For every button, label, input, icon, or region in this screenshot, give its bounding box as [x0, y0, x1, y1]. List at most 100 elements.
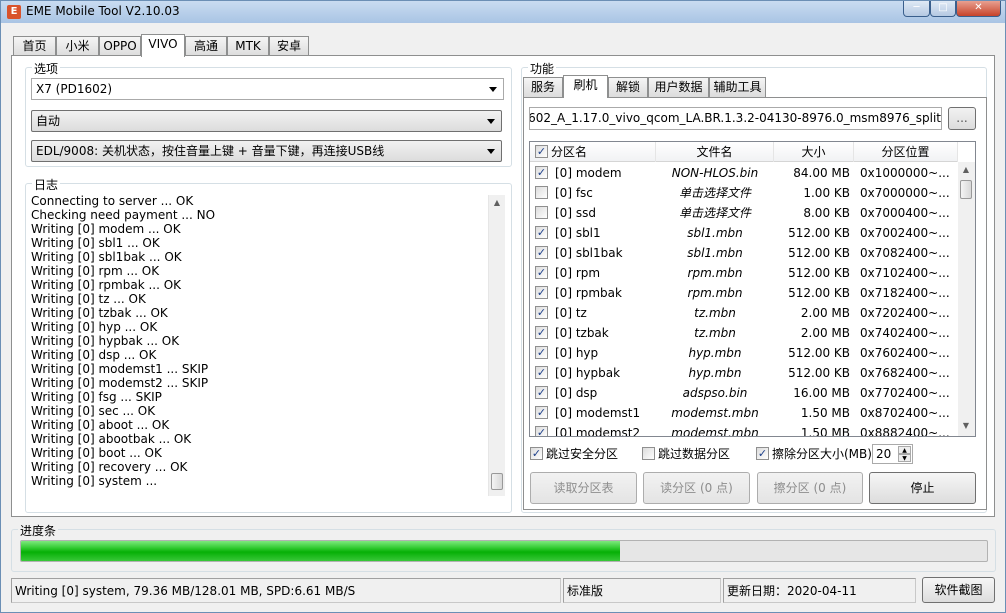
tab-android[interactable]: 安卓 [269, 36, 309, 56]
row-checkbox[interactable]: ✓ [535, 246, 548, 259]
tab-mtk[interactable]: MTK [227, 36, 269, 56]
spin-down-icon[interactable]: ▼ [898, 454, 911, 462]
partition-file[interactable]: modemst.mbn [656, 403, 774, 423]
title-bar[interactable]: E EME Mobile Tool V2.10.03 ─ □ ✕ [1, 1, 1005, 23]
partition-location: 0x7000000~... [860, 186, 950, 200]
table-row[interactable]: ✓ [0] tzbak tz.mbn 2.00 MB 0x7402400~... [530, 323, 958, 343]
partition-file[interactable]: hyp.mbn [656, 363, 774, 383]
tab-vivo[interactable]: VIVO [141, 34, 185, 57]
table-row[interactable]: ✓ [0] sbl1 sbl1.mbn 512.00 KB 0x7002400~... [530, 223, 958, 243]
partition-file[interactable]: tz.mbn [656, 323, 774, 343]
table-scrollbar[interactable]: ▲ ▼ [958, 162, 975, 436]
partition-file[interactable]: NON-HLOS.bin [656, 163, 774, 183]
table-row[interactable]: ✓ [0] dsp adspso.bin 16.00 MB 0x7702400~... [530, 383, 958, 403]
log-line: Writing [0] hypbak ... OK [31, 334, 180, 348]
browse-button[interactable]: ... [948, 107, 976, 130]
partition-file[interactable]: rpm.mbn [656, 263, 774, 283]
partition-file[interactable]: hyp.mbn [656, 343, 774, 363]
screenshot-button[interactable]: 软件截图 [922, 577, 995, 603]
tab-user-data[interactable]: 用户数据 [648, 77, 709, 97]
erase-size-spinner[interactable]: 20 ▲ ▼ [872, 444, 913, 464]
app-logo-icon: E [7, 5, 21, 19]
scroll-up-icon[interactable]: ▲ [489, 195, 505, 211]
row-checkbox[interactable]: ✓ [535, 346, 548, 359]
table-row[interactable]: ✓ [0] modemst1 modemst.mbn 1.50 MB 0x8702400… [530, 403, 958, 423]
tab-service[interactable]: 服务 [523, 77, 563, 97]
row-checkbox[interactable]: ✓ [535, 306, 548, 319]
partition-file[interactable]: sbl1.mbn [656, 223, 774, 243]
partition-file[interactable]: rpm.mbn [656, 283, 774, 303]
spin-up-icon[interactable]: ▲ [898, 446, 911, 454]
table-row[interactable]: ✓ [0] rpm rpm.mbn 512.00 KB 0x7102400~... [530, 263, 958, 283]
row-checkbox[interactable]: ✓ [535, 326, 548, 339]
edl-method-select[interactable]: EDL/9008: 关机状态，按住音量上键 + 音量下键，再连接USB线 [31, 140, 502, 162]
table-row[interactable]: ✓ [0] modem NON-HLOS.bin 84.00 MB 0x1000000~… [530, 163, 958, 183]
partition-file[interactable]: modemst.mbn [656, 423, 774, 436]
firmware-path-field[interactable]: PD1602_A_1.17.0_vivo_qcom_LA.BR.1.3.2-04… [529, 107, 942, 130]
partition-name: [0] rpmbak [555, 286, 622, 300]
maximize-button[interactable]: □ [930, 1, 956, 17]
row-checkbox[interactable]: ✓ [535, 386, 548, 399]
column-header-size[interactable]: 大小 [774, 142, 854, 162]
log-text-area[interactable]: Connecting to server ... OK Checking nee… [31, 194, 508, 494]
stop-button[interactable]: 停止 [869, 472, 976, 504]
tab-home[interactable]: 首页 [13, 36, 56, 56]
close-button[interactable]: ✕ [956, 1, 1001, 17]
table-row[interactable]: ✓ [0] hypbak hyp.mbn 512.00 KB 0x7682400~... [530, 363, 958, 383]
log-scroll-thumb[interactable] [491, 473, 503, 490]
tab-flash[interactable]: 刷机 [563, 75, 608, 98]
row-checkbox[interactable]: ✓ [535, 366, 548, 379]
row-checkbox[interactable]: ✓ [535, 426, 548, 436]
scroll-up-icon[interactable]: ▲ [958, 162, 974, 178]
table-row[interactable]: ✓ [0] tz tz.mbn 2.00 MB 0x7202400~... [530, 303, 958, 323]
model-select[interactable]: X7 (PD1602) [31, 78, 504, 100]
partition-file[interactable]: tz.mbn [656, 303, 774, 323]
log-scrollbar[interactable]: ▲ ▼ [488, 195, 505, 496]
column-header-file[interactable]: 文件名 [656, 142, 774, 162]
read-partition-table-button[interactable]: 读取分区表 [530, 472, 637, 504]
tab-xiaomi[interactable]: 小米 [56, 36, 99, 56]
row-checkbox[interactable]: ✓ [535, 166, 548, 179]
tab-aux-tools[interactable]: 辅助工具 [709, 77, 766, 97]
partition-file[interactable]: adspso.bin [656, 383, 774, 403]
table-scroll-thumb[interactable] [960, 180, 972, 199]
column-header-name[interactable]: ✓ 分区名 [530, 142, 656, 162]
row-checkbox[interactable]: ✓ [535, 226, 548, 239]
skip-secure-label: 跳过安全分区 [546, 447, 619, 461]
partition-location: 0x7602400~... [860, 346, 950, 360]
partition-location: 0x1000000~... [860, 166, 950, 180]
table-row[interactable]: ✓ [0] sbl1bak sbl1.mbn 512.00 KB 0x7082400~.… [530, 243, 958, 263]
log-line: Writing [0] rpm ... OK [31, 264, 160, 278]
row-checkbox[interactable]: ✓ [535, 406, 548, 419]
tab-unlock[interactable]: 解锁 [608, 77, 648, 97]
tab-qualcomm[interactable]: 高通 [185, 36, 227, 56]
log-line: Writing [0] rpmbak ... OK [31, 278, 182, 292]
partition-name: [0] modem [555, 166, 622, 180]
partition-location: 0x7402400~... [860, 326, 950, 340]
row-checkbox[interactable]: ✓ [535, 286, 548, 299]
skip-data-checkbox[interactable] [642, 447, 655, 460]
table-row[interactable]: ✓ [0] modemst2 modemst.mbn 1.50 MB 0x8882400… [530, 423, 958, 436]
table-row[interactable]: ✓ [0] rpmbak rpm.mbn 512.00 KB 0x7182400~... [530, 283, 958, 303]
partition-file[interactable]: sbl1.mbn [656, 243, 774, 263]
minimize-button[interactable]: ─ [903, 1, 930, 17]
skip-secure-checkbox[interactable]: ✓ [530, 447, 543, 460]
table-row[interactable]: [0] fsc 单击选择文件 1.00 KB 0x7000000~... [530, 183, 958, 203]
table-row[interactable]: [0] ssd 单击选择文件 8.00 KB 0x7000400~... [530, 203, 958, 223]
tab-oppo[interactable]: OPPO [99, 36, 141, 56]
scroll-down-icon[interactable]: ▼ [958, 418, 974, 434]
partition-file[interactable]: 单击选择文件 [656, 203, 774, 223]
log-line: Writing [0] system ... [31, 474, 158, 488]
row-checkbox[interactable]: ✓ [535, 266, 548, 279]
partition-file[interactable]: 单击选择文件 [656, 183, 774, 203]
column-header-location[interactable]: 分区位置 [854, 142, 958, 162]
row-checkbox[interactable] [535, 186, 548, 199]
erase-partition-button[interactable]: 擦分区 (0 点) [757, 472, 863, 504]
mode-select[interactable]: 自动 [31, 110, 502, 132]
select-all-checkbox[interactable]: ✓ [535, 145, 548, 158]
table-row[interactable]: ✓ [0] hyp hyp.mbn 512.00 KB 0x7602400~... [530, 343, 958, 363]
read-partition-button[interactable]: 读分区 (0 点) [643, 472, 750, 504]
partition-table[interactable]: ✓ 分区名 文件名 大小 分区位置 ✓ [0] modem NON-HLOS.bin… [529, 141, 976, 437]
erase-size-checkbox[interactable]: ✓ [756, 447, 769, 460]
row-checkbox[interactable] [535, 206, 548, 219]
